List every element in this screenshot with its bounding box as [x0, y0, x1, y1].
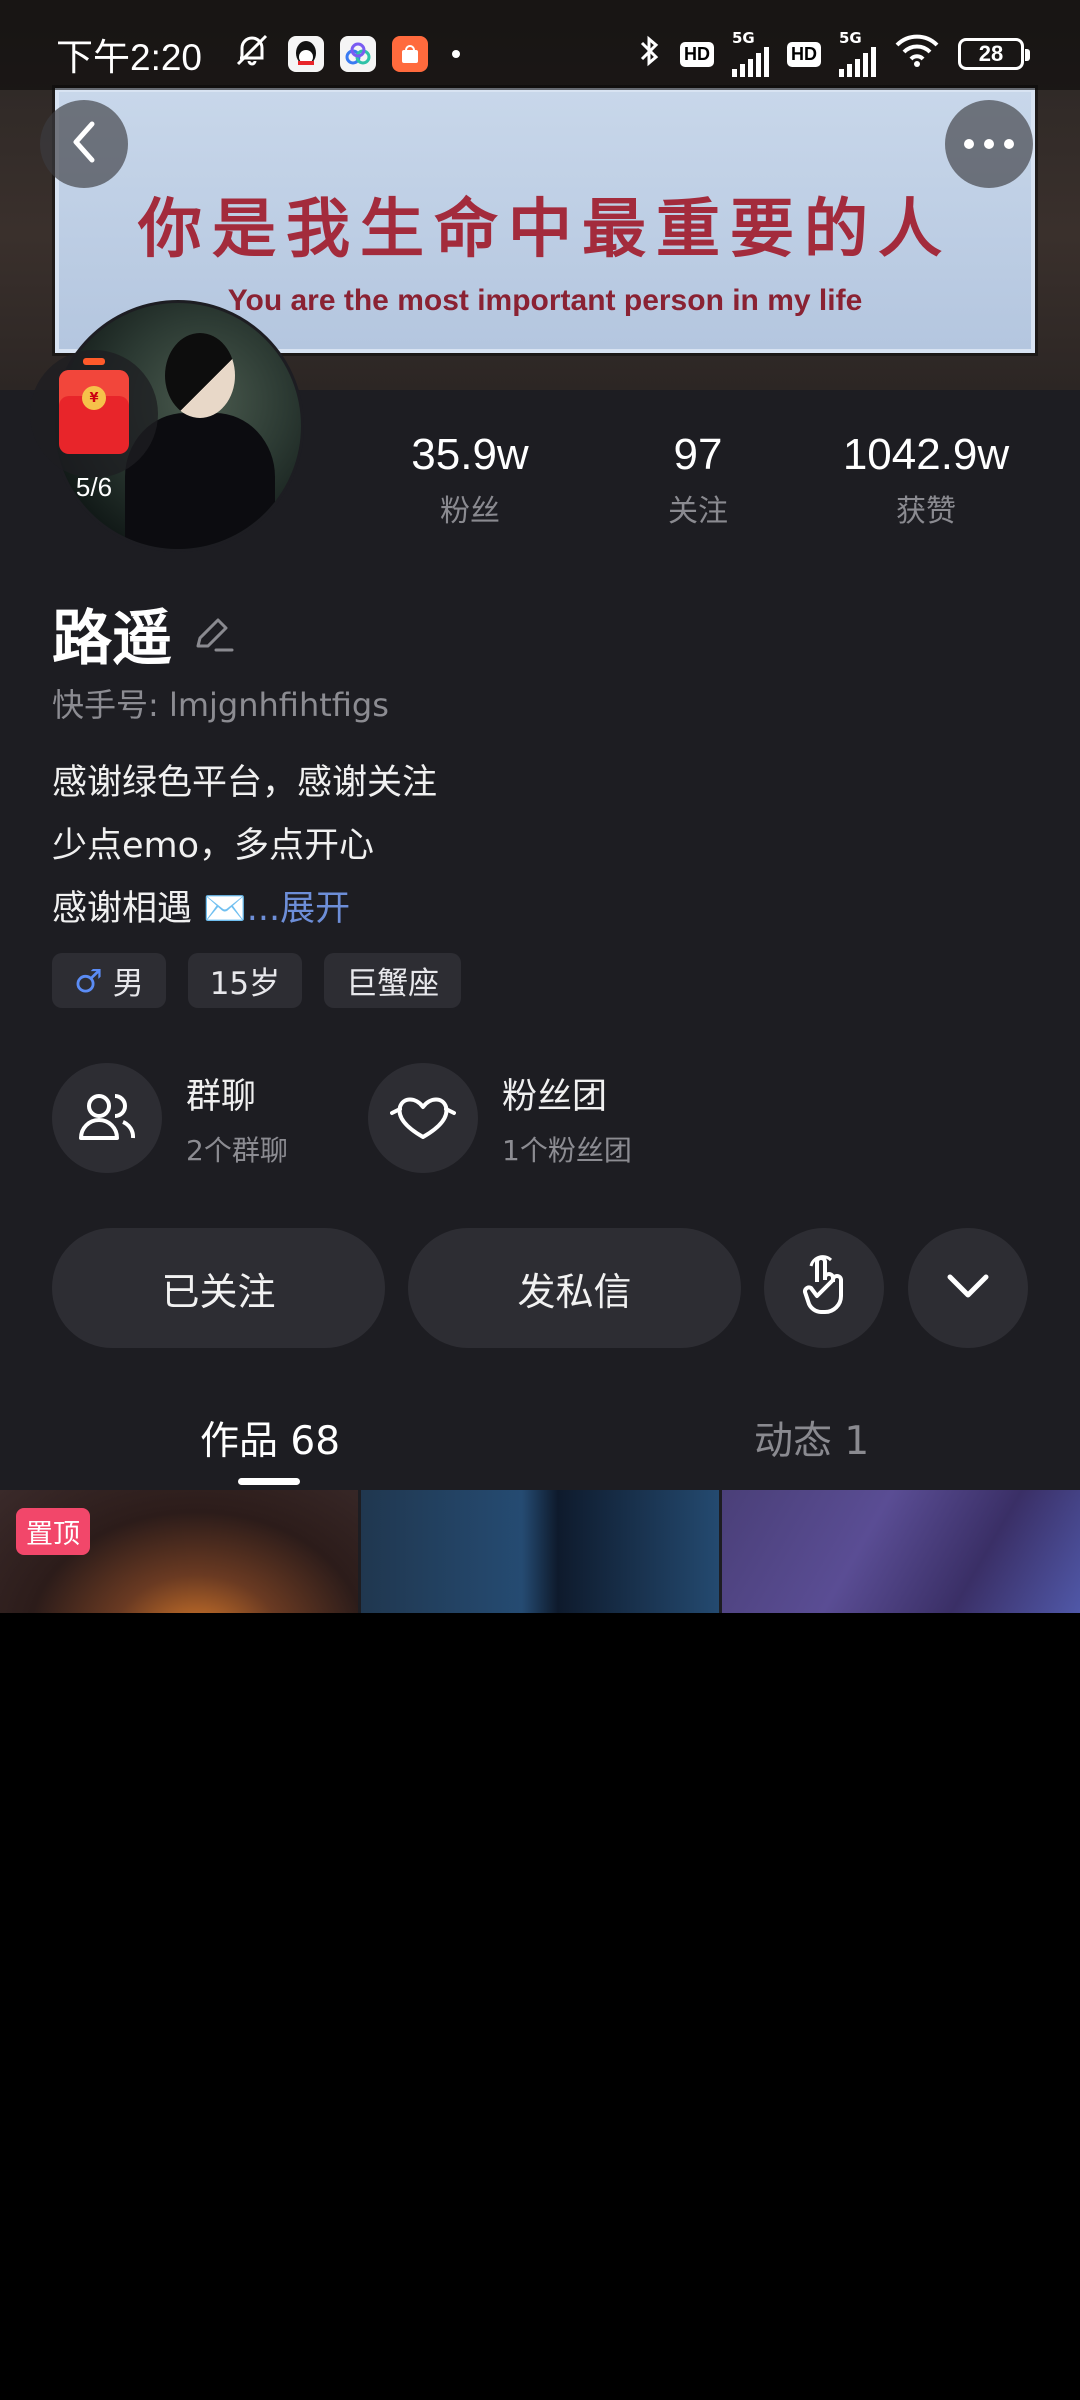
group-chat-subtitle: 2个群聊	[186, 1133, 288, 1167]
status-bar: 下午2:20 HD 5G HD 5G 28	[0, 0, 1080, 108]
send-message-button[interactable]: 发私信	[408, 1228, 741, 1348]
work-thumbnail[interactable]	[722, 1490, 1080, 1613]
stat-following-value: 97	[673, 430, 723, 479]
status-time: 下午2:20	[56, 37, 203, 78]
bio-line-1: 感谢绿色平台，感谢关注	[52, 763, 438, 803]
profile-actions: 已关注 发私信	[52, 1228, 1028, 1348]
name-row: 路遥	[52, 590, 236, 677]
group-chat-icon	[52, 1063, 162, 1173]
poke-button[interactable]	[764, 1228, 884, 1348]
social-entries: 群聊 2个群聊 粉丝团 1个粉丝团	[52, 1063, 1052, 1173]
back-button[interactable]	[40, 100, 128, 188]
chevron-left-icon	[64, 118, 104, 170]
red-packet-icon: ¥	[59, 358, 129, 454]
more-options-button[interactable]	[945, 100, 1033, 188]
stat-likes-value: 1042.9w	[842, 430, 1010, 479]
male-icon: ♂	[74, 961, 103, 1000]
more-dots-icon	[961, 135, 1017, 154]
expand-recommendations-button[interactable]	[908, 1228, 1028, 1348]
hd-badge: HD	[680, 41, 714, 67]
profile-tags: ♂ 男 15岁 巨蟹座	[52, 953, 462, 1008]
profile-bio[interactable]: 感谢绿色平台，感谢关注 少点emo，多点开心 感谢相遇 ✉️...展开	[52, 752, 437, 941]
stat-likes-label: 获赞	[896, 494, 956, 529]
edit-pencil-icon[interactable]	[192, 612, 236, 656]
followed-button[interactable]: 已关注	[52, 1228, 385, 1348]
wifi-icon	[894, 33, 940, 75]
stat-fans[interactable]: 35.9w 粉丝	[350, 430, 590, 530]
fan-club-title: 粉丝团	[502, 1076, 608, 1117]
profile-tabs: 作品 68 动态 1	[0, 1380, 1080, 1490]
hd-badge-2: HD	[787, 41, 821, 67]
tap-hand-icon	[799, 1252, 849, 1325]
group-chat-title: 群聊	[186, 1076, 257, 1117]
bluetooth-icon	[638, 33, 662, 75]
signal-icon: 5G	[732, 31, 769, 77]
signal-icon-2: 5G	[839, 31, 876, 77]
works-grid: 置顶	[0, 1490, 1080, 1613]
profile-name: 路遥	[52, 604, 172, 674]
chevron-down-icon	[944, 1266, 992, 1310]
battery-indicator: 28	[958, 38, 1030, 70]
red-packet-button[interactable]: ¥ 5/6	[30, 350, 158, 518]
bio-line-2: 少点emo，多点开心	[52, 826, 375, 866]
work-thumbnail[interactable]: 置顶	[0, 1490, 358, 1613]
kuaishou-id[interactable]: 快手号: lmjgnhfihtfigs	[52, 680, 389, 726]
cloud-app-icon	[340, 36, 377, 72]
pinned-badge: 置顶	[16, 1508, 90, 1555]
more-notifications-dot-icon	[452, 50, 461, 58]
banner-title-cn: 你是我生命中最重要的人	[138, 193, 952, 267]
tag-gender: ♂ 男	[52, 953, 166, 1008]
stat-likes[interactable]: 1042.9w 获赞	[806, 430, 1046, 530]
work-thumbnail[interactable]	[361, 1490, 719, 1613]
shop-app-icon	[392, 36, 429, 72]
bell-off-icon	[232, 30, 272, 79]
red-packet-count: 5/6	[75, 472, 113, 502]
stat-following[interactable]: 97 关注	[578, 430, 818, 530]
tag-age: 15岁	[187, 953, 303, 1008]
qq-app-icon	[288, 36, 325, 72]
heart-badge-icon	[368, 1063, 478, 1173]
tab-works[interactable]: 作品 68	[200, 1410, 340, 1466]
group-chat-entry[interactable]: 群聊 2个群聊	[52, 1063, 288, 1173]
bio-line-3: 感谢相遇 ✉️...展开	[52, 889, 351, 929]
stat-fans-label: 粉丝	[440, 494, 500, 529]
tag-zodiac: 巨蟹座	[324, 953, 462, 1008]
stat-following-label: 关注	[668, 494, 728, 529]
fan-club-entry[interactable]: 粉丝团 1个粉丝团	[368, 1063, 632, 1173]
stat-fans-value: 35.9w	[411, 430, 529, 479]
fan-club-subtitle: 1个粉丝团	[502, 1133, 632, 1167]
tab-moments[interactable]: 动态 1	[754, 1410, 869, 1466]
active-tab-indicator	[238, 1478, 300, 1485]
bio-expand-link[interactable]: ...展开	[247, 889, 350, 929]
